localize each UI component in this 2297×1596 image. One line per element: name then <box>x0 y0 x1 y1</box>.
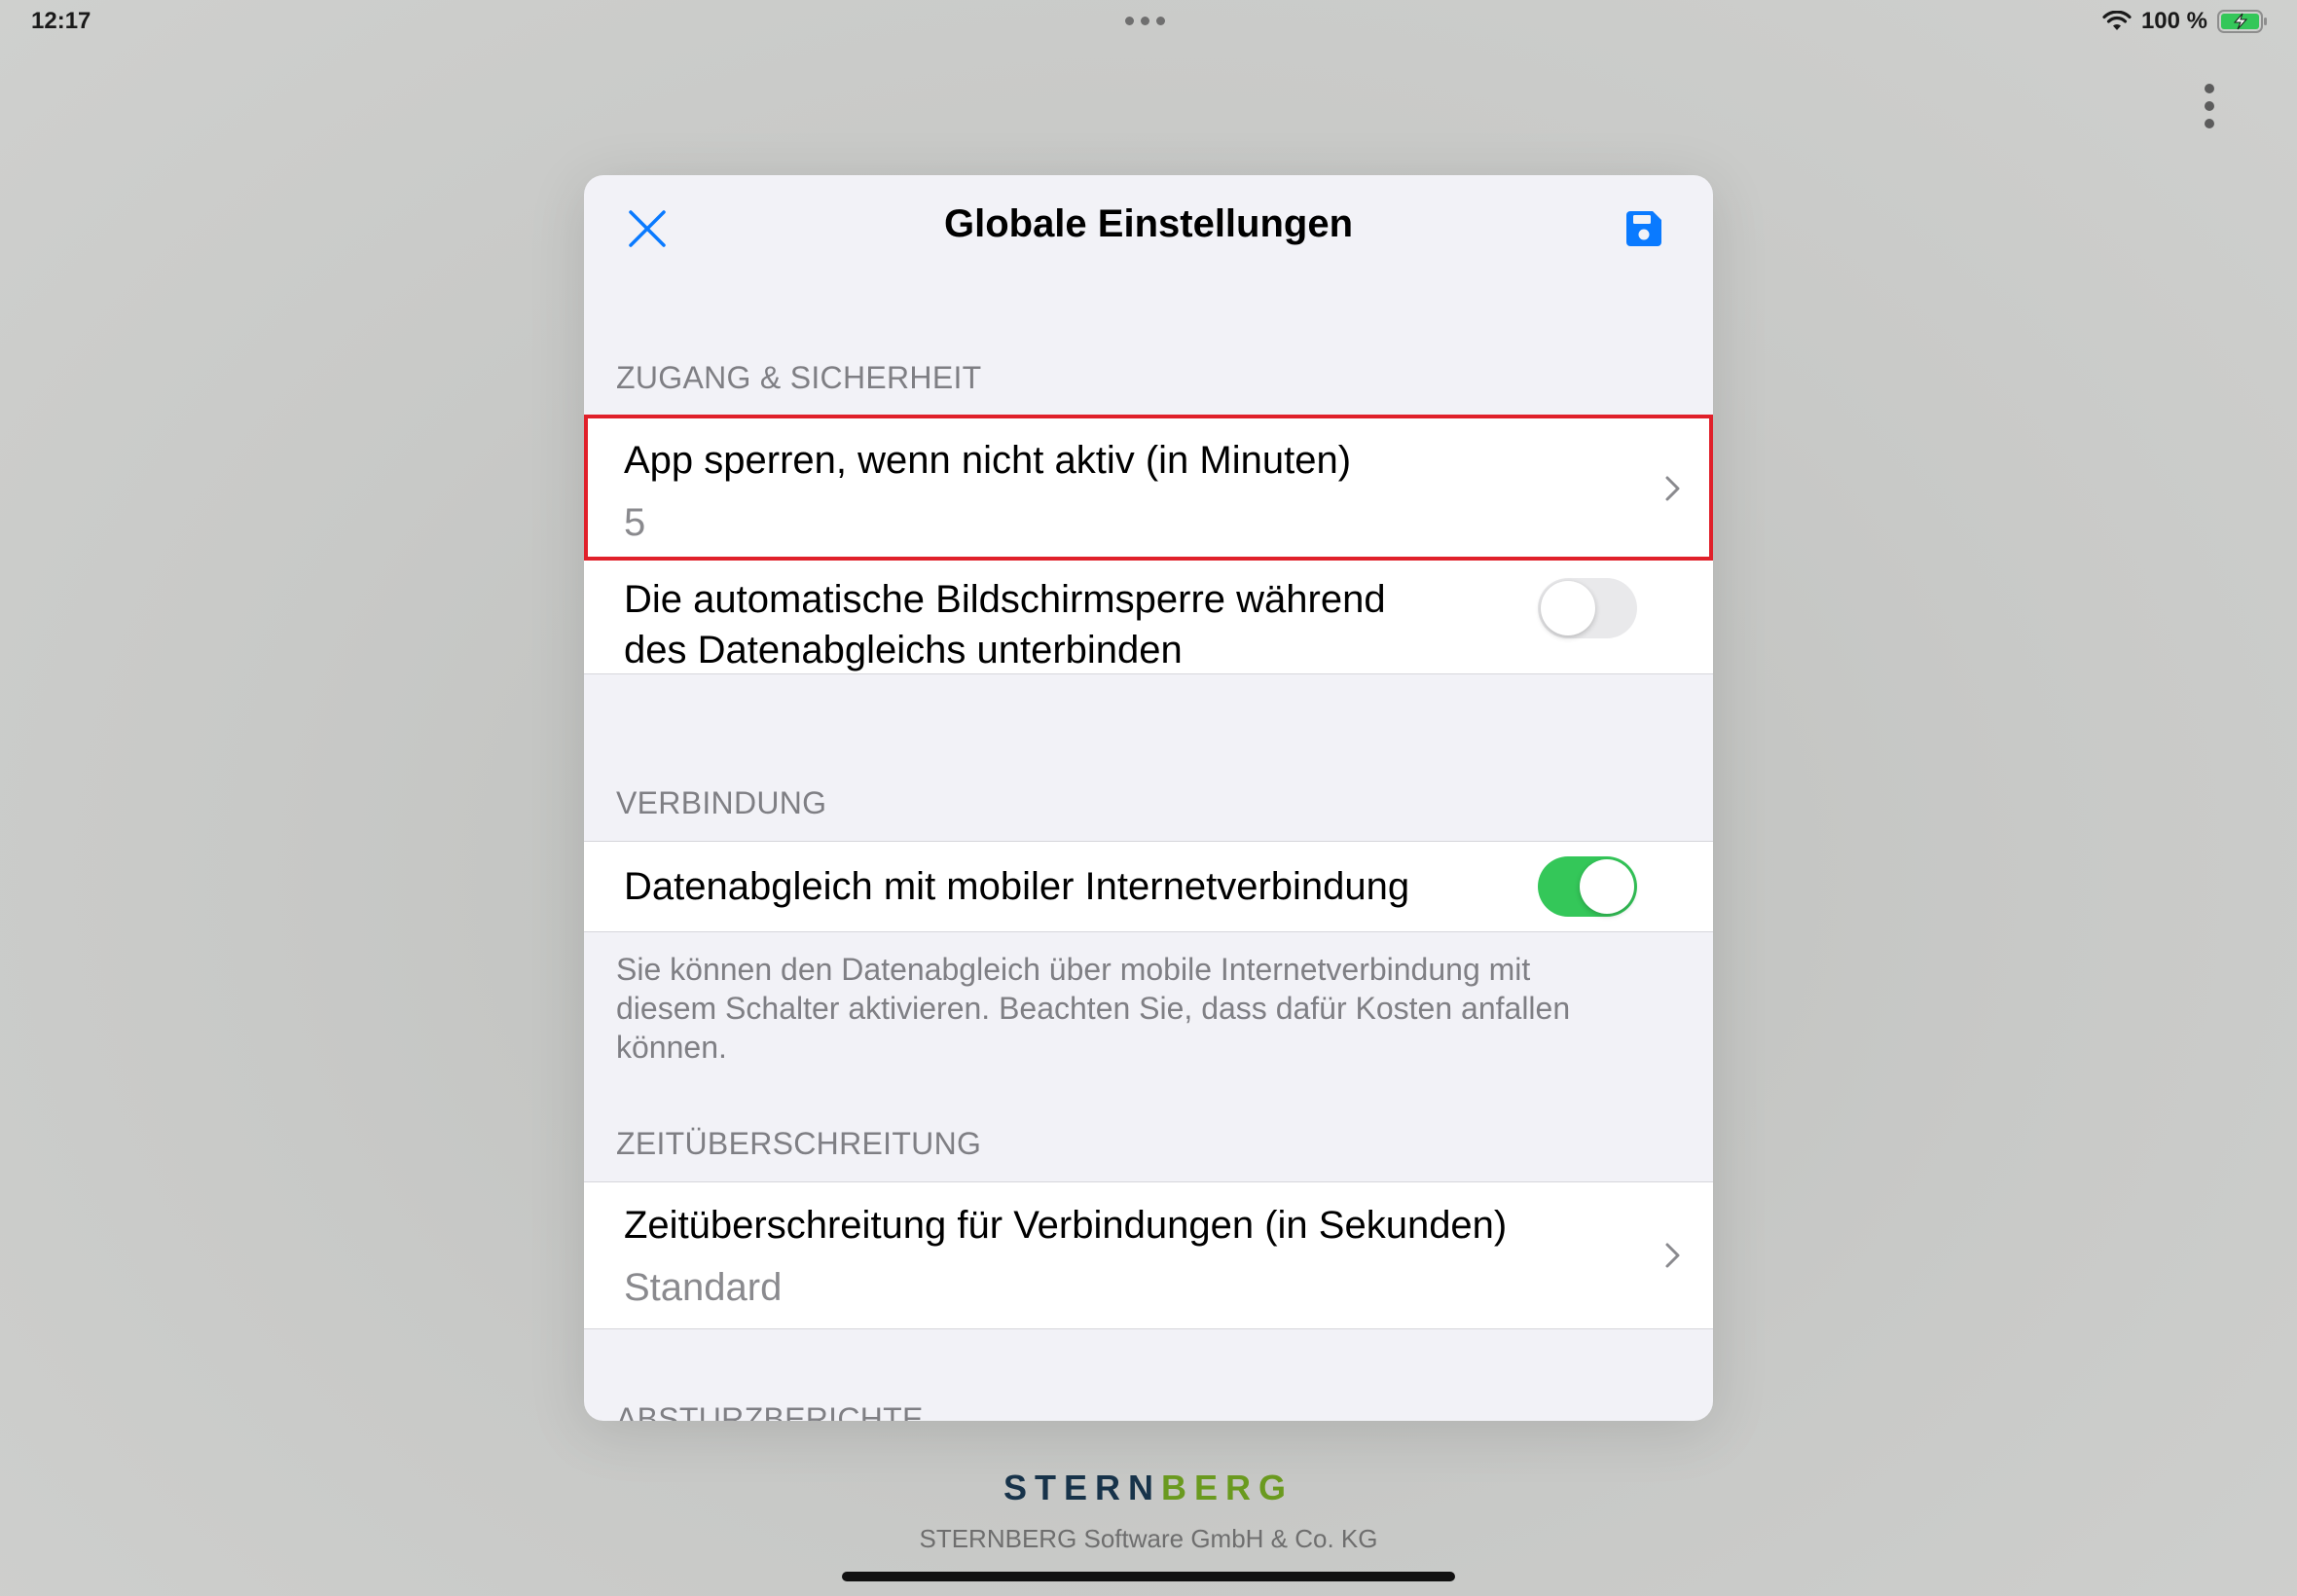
battery-charging-icon <box>2217 10 2267 33</box>
status-indicators: 100 % <box>2102 8 2268 35</box>
screen-lock-cell: Die automatische Bildschirmsperre währen… <box>584 561 1713 674</box>
screen-lock-title-line1: Die automatische Bildschirmsperre währen… <box>624 578 1386 621</box>
home-indicator[interactable] <box>842 1572 1455 1581</box>
mobile-sync-cell: Datenabgleich mit mobiler Internetverbin… <box>584 841 1713 932</box>
sheet-title: Globale Einstellungen <box>943 202 1354 245</box>
lock-app-cell[interactable]: App sperren, wenn nicht aktiv (in Minute… <box>584 415 1713 562</box>
section-header-security: ZUGANG & SICHERHEIT <box>616 360 982 395</box>
settings-sheet: Globale Einstellungen ZUGANG & SICHERHEI… <box>584 175 1713 1421</box>
connection-timeout-title: Zeitüberschreitung für Verbindungen (in … <box>624 1204 1508 1247</box>
connection-timeout-cell[interactable]: Zeitüberschreitung für Verbindungen (in … <box>584 1181 1713 1329</box>
mobile-sync-footer-line3: können. <box>616 1030 727 1065</box>
save-icon <box>1626 211 1661 246</box>
sheet-header: Globale Einstellungen <box>584 175 1713 282</box>
toggle-knob <box>1541 581 1595 635</box>
chevron-right-icon <box>1665 1243 1680 1268</box>
connection-timeout-value: Standard <box>624 1266 783 1309</box>
status-time: 12:17 <box>31 8 91 34</box>
toggle-knob <box>1580 859 1634 914</box>
save-button[interactable] <box>1622 206 1666 251</box>
screen-lock-toggle[interactable] <box>1538 578 1637 638</box>
section-header-crash-reports: ABSTURZBERICHTE <box>616 1401 924 1421</box>
more-options-icon[interactable] <box>2198 84 2221 128</box>
sternberg-logo: STERNBERG <box>0 1468 2297 1508</box>
section-header-connection: VERBINDUNG <box>616 785 827 820</box>
mobile-sync-title: Datenabgleich mit mobiler Internetverbin… <box>624 865 1410 908</box>
battery-percentage: 100 % <box>2140 8 2207 34</box>
section-header-timeout: ZEITÜBERSCHREITUNG <box>616 1126 982 1161</box>
chevron-right-icon <box>1665 476 1680 501</box>
screen-lock-title-line2: des Datenabgleichs unterbinden <box>624 629 1183 671</box>
mobile-sync-toggle[interactable] <box>1538 856 1637 917</box>
company-name: STERNBERG Software GmbH & Co. KG <box>919 1524 1378 1553</box>
mobile-sync-footer-line1: Sie können den Datenabgleich über mobile… <box>616 952 1531 987</box>
multitasking-dots-icon[interactable] <box>1125 17 1165 25</box>
lock-app-value: 5 <box>624 501 646 544</box>
wifi-icon <box>2102 11 2132 30</box>
logo-text-green: BERG <box>1161 1468 1294 1507</box>
lock-app-title: App sperren, wenn nicht aktiv (in Minute… <box>624 439 1352 482</box>
logo-text-dark: STERN <box>1003 1468 1161 1507</box>
mobile-sync-footer-line2: diesem Schalter aktivieren. Beachten Sie… <box>616 991 1571 1026</box>
